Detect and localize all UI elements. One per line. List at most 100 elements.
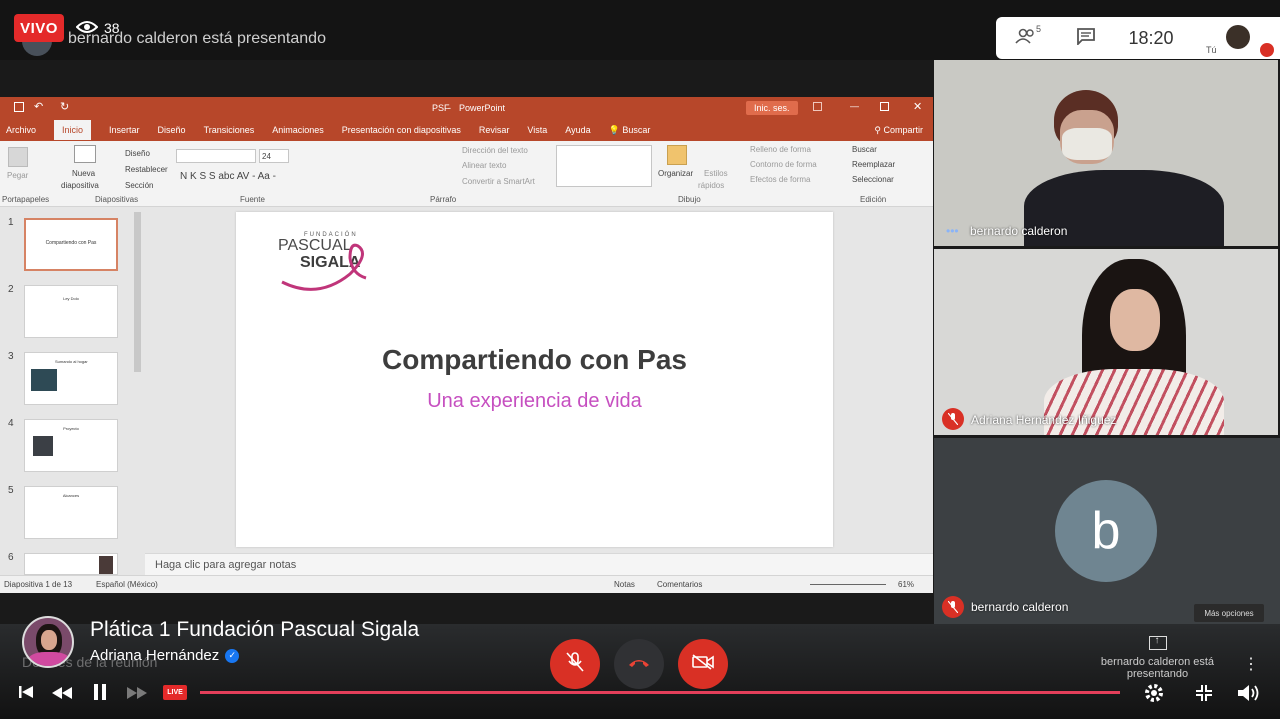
participants-count: 5 xyxy=(1036,23,1042,34)
smartart-button[interactable]: Convertir a SmartArt xyxy=(462,177,535,186)
slide-thumb-4[interactable]: Proyecto xyxy=(24,419,118,472)
text-direction-button[interactable]: Dirección del texto xyxy=(462,146,528,155)
paste-icon[interactable] xyxy=(8,147,28,167)
chat-icon xyxy=(1076,27,1096,50)
share-button[interactable]: ⚲ Compartir xyxy=(874,125,923,136)
redo-icon[interactable]: ↻ xyxy=(60,100,69,113)
align-text-button[interactable]: Alinear texto xyxy=(462,161,506,170)
save-icon[interactable] xyxy=(14,102,24,112)
stream-author[interactable]: Adriana Hernández ✓ xyxy=(90,647,240,664)
notes-pane[interactable]: Haga clic para agregar notas xyxy=(145,553,933,575)
pause-icon[interactable] xyxy=(93,684,107,705)
minimize-icon[interactable]: — xyxy=(850,101,859,111)
tab-animaciones[interactable]: Animaciones xyxy=(272,125,324,135)
signin-button[interactable]: Inic. ses. xyxy=(746,101,798,115)
participant-initial-avatar: b xyxy=(1055,480,1157,582)
tab-diseno[interactable]: Diseño xyxy=(158,125,186,135)
slide-thumb-1[interactable]: Compartiendo con Pas xyxy=(24,218,118,271)
tab-presentacion[interactable]: Presentación con diapositivas xyxy=(342,125,461,135)
comments-toggle[interactable]: Comentarios xyxy=(657,580,702,589)
slide-thumb-3[interactable]: Sumando al hogar xyxy=(24,352,118,405)
zoom-slider[interactable] xyxy=(810,584,886,585)
hang-up-button[interactable] xyxy=(614,639,664,689)
participant-tile-1[interactable]: ••• bernardo calderon xyxy=(934,60,1278,246)
new-slide-line1[interactable]: Nueva xyxy=(72,169,95,178)
streamer-avatar[interactable] xyxy=(22,616,74,668)
thumb-title: Sumando al hogar xyxy=(55,359,88,364)
fast-forward-icon[interactable] xyxy=(127,686,147,704)
fullscreen-exit-icon[interactable] xyxy=(1195,684,1213,707)
thumb-title: Alcances xyxy=(62,493,80,498)
shapes-gallery[interactable] xyxy=(556,145,652,187)
new-slide-icon[interactable] xyxy=(74,145,96,163)
camera-off-icon xyxy=(692,653,714,675)
font-size-value: 24 xyxy=(262,152,271,161)
shape-outline-button[interactable]: Contorno de forma xyxy=(750,160,817,169)
present-now-button[interactable]: ↑ bernardo calderon está presentando xyxy=(1100,635,1215,680)
live-chip[interactable]: LIVE xyxy=(163,685,187,700)
rewind-icon[interactable] xyxy=(52,686,72,704)
tab-vista[interactable]: Vista xyxy=(527,125,547,135)
tab-inicio[interactable]: Inicio xyxy=(54,120,92,140)
tab-insertar[interactable]: Insertar xyxy=(109,125,140,135)
pink-ribbon-icon xyxy=(281,243,367,291)
progress-bar[interactable] xyxy=(200,691,1120,694)
slide-thumb-5[interactable]: Alcances xyxy=(24,486,118,539)
find-button[interactable]: Buscar xyxy=(852,145,877,154)
undo-icon[interactable]: ↶ xyxy=(34,100,43,113)
restore-icon[interactable] xyxy=(813,102,822,111)
tab-buscar[interactable]: 💡 Buscar xyxy=(609,125,651,136)
group-parrafo: Párrafo xyxy=(430,195,457,204)
current-slide[interactable]: FUNDACIÓN PASCUAL SIGALA Compartiendo co… xyxy=(236,212,833,547)
close-icon[interactable]: ✕ xyxy=(913,100,922,113)
participant-tile-2[interactable]: Adriana Hernández Iñiguez xyxy=(934,249,1278,435)
paste-button[interactable]: Pegar xyxy=(7,171,28,180)
mic-off-button[interactable] xyxy=(550,639,600,689)
shape-effects-button[interactable]: Efectos de forma xyxy=(750,175,810,184)
camera-off-button[interactable] xyxy=(678,639,728,689)
slide-thumbnails-pane: 1 Compartiendo con Pas 2 Ley Dolo 3 Suma… xyxy=(0,208,145,575)
quick-styles-line2[interactable]: rápidos xyxy=(698,181,724,190)
participant-name: bernardo calderon xyxy=(970,224,1068,238)
participants-button[interactable]: 5 xyxy=(996,24,1056,49)
slide-thumb-2[interactable]: Ley Dolo xyxy=(24,285,118,338)
font-name-box[interactable] xyxy=(176,149,256,163)
maximize-icon[interactable] xyxy=(880,102,889,111)
slide-subtitle: Una experiencia de vida xyxy=(427,390,642,412)
replace-button[interactable]: Reemplazar xyxy=(852,160,895,169)
lightbulb-icon: 💡 xyxy=(608,124,620,135)
participant-name: Adriana Hernández Iñiguez xyxy=(971,413,1117,427)
more-options-icon[interactable]: ⋮ xyxy=(1243,654,1259,674)
language-status[interactable]: Español (México) xyxy=(96,580,158,589)
mic-off-icon xyxy=(942,408,964,430)
new-slide-line2[interactable]: diapositiva xyxy=(61,181,99,190)
zoom-level[interactable]: 61% xyxy=(898,580,914,589)
font-size-box[interactable]: 24 xyxy=(259,149,289,163)
reset-button[interactable]: Restablecer xyxy=(125,165,168,174)
viewer-count-value: 38 xyxy=(104,20,120,36)
tab-revisar[interactable]: Revisar xyxy=(479,125,510,135)
font-format-row[interactable]: N K S S abc AV - Aa - xyxy=(180,171,276,182)
quick-styles-line1[interactable]: Estilos xyxy=(704,169,728,178)
thumbs-scrollbar[interactable] xyxy=(134,212,141,372)
people-icon xyxy=(1015,28,1037,49)
slide-thumb-6[interactable] xyxy=(24,553,118,575)
layout-button[interactable]: Diseño xyxy=(125,149,150,158)
meet-top-panel: 5 18:20 Tú xyxy=(996,17,1280,59)
tab-ayuda[interactable]: Ayuda xyxy=(565,125,590,135)
volume-icon[interactable] xyxy=(1236,683,1260,708)
screen: bernardo calderon está presentando VIVO … xyxy=(0,0,1280,719)
shape-fill-button[interactable]: Relleno de forma xyxy=(750,145,811,154)
tab-archivo[interactable]: Archivo xyxy=(6,125,36,135)
skip-back-icon[interactable] xyxy=(18,684,34,705)
tab-transiciones[interactable]: Transiciones xyxy=(204,125,255,135)
settings-gear-icon[interactable] xyxy=(1143,682,1165,709)
fundacion-logo: FUNDACIÓN PASCUAL SIGALA xyxy=(278,232,378,294)
arrange-icon[interactable] xyxy=(667,145,687,165)
chat-button[interactable] xyxy=(1056,27,1116,50)
self-avatar[interactable] xyxy=(1226,25,1250,49)
arrange-button[interactable]: Organizar xyxy=(658,169,693,178)
select-button[interactable]: Seleccionar xyxy=(852,175,894,184)
notes-toggle[interactable]: Notas xyxy=(614,580,635,589)
section-button[interactable]: Sección xyxy=(125,181,153,190)
